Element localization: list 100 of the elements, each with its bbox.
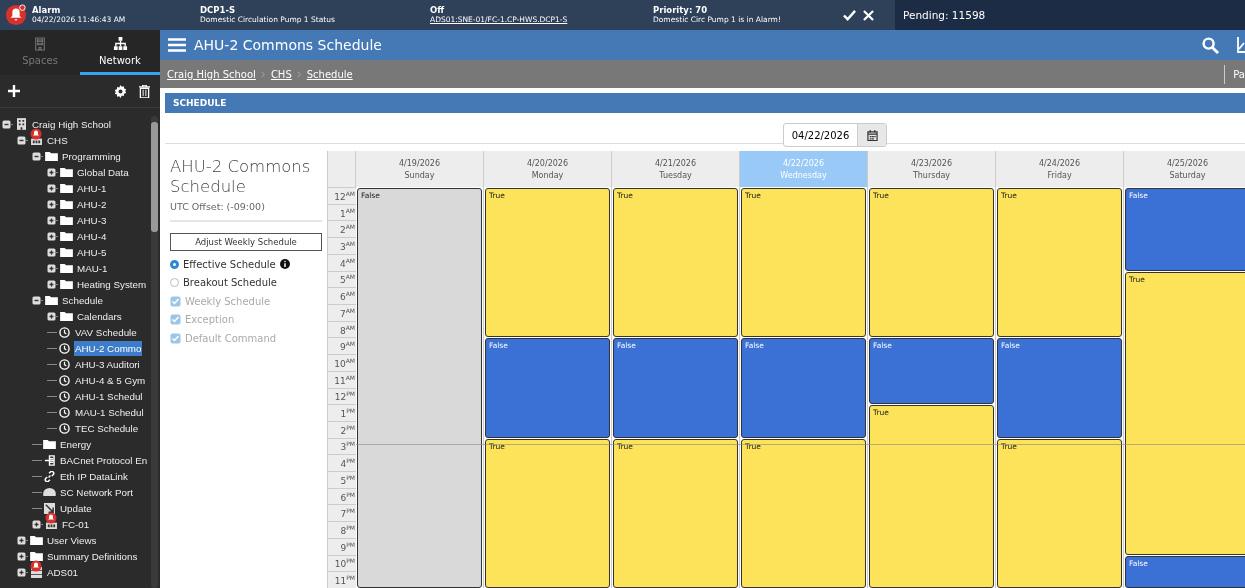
tree-item[interactable]: CHS xyxy=(46,132,69,148)
collapse-icon[interactable] xyxy=(32,151,43,161)
network-port-icon xyxy=(43,488,56,496)
hour-label: 11$^{PM}$ xyxy=(334,574,355,587)
expand-icon[interactable] xyxy=(17,551,28,561)
expand-icon[interactable] xyxy=(47,263,58,273)
calendar-icon[interactable] xyxy=(866,129,878,141)
expand-icon[interactable] xyxy=(47,279,58,289)
tree-item[interactable]: AHU-2 xyxy=(76,196,108,212)
expand-icon[interactable] xyxy=(47,183,58,193)
tree-item[interactable]: Heating System xyxy=(76,276,148,292)
hour-label: 12$^{AM}$ xyxy=(334,189,355,202)
tree-item[interactable]: Programming xyxy=(61,148,122,164)
hour-label: 8$^{AM}$ xyxy=(340,323,355,336)
hour-label: 8$^{PM}$ xyxy=(340,524,355,536)
expand-icon[interactable] xyxy=(47,231,58,241)
collapse-icon[interactable] xyxy=(32,295,43,305)
clock-icon xyxy=(59,358,70,370)
check-icon[interactable] xyxy=(843,8,856,22)
expand-icon[interactable] xyxy=(32,519,43,529)
folder-icon xyxy=(43,439,56,449)
building-icon[interactable] xyxy=(34,36,46,51)
tree-item[interactable]: Update xyxy=(59,500,93,516)
settings-icon[interactable] xyxy=(114,84,127,98)
folder-icon xyxy=(60,247,73,257)
hour-label: 2$^{PM}$ xyxy=(340,423,355,436)
tree-item[interactable]: AHU-1 xyxy=(76,180,108,196)
hour-label: 6$^{PM}$ xyxy=(340,490,355,503)
expand-icon[interactable] xyxy=(47,215,58,225)
hour-label: 1$^{PM}$ xyxy=(340,407,355,420)
building-icon xyxy=(17,118,26,130)
expand-icon[interactable] xyxy=(47,247,58,257)
breadcrumb-separator-icon xyxy=(260,70,266,78)
radio-label[interactable]: Breakout Schedule xyxy=(183,277,277,289)
hour-label: 10$^{PM}$ xyxy=(334,557,355,570)
link-icon xyxy=(44,470,55,482)
tree-item[interactable]: AHU-4 xyxy=(76,228,108,244)
tree-item[interactable]: Eth IP DataLink xyxy=(59,468,129,484)
tree-item[interactable]: AHU-1 Schedul xyxy=(74,388,144,404)
adjust-schedule-button[interactable]: Adjust Weekly Schedule xyxy=(170,233,322,251)
breadcrumb-separator-icon xyxy=(296,70,302,78)
collapse-icon[interactable] xyxy=(2,119,13,129)
pending-count[interactable]: Pending: 11598 xyxy=(903,9,986,21)
hour-label: 7$^{AM}$ xyxy=(340,306,355,319)
point-name: DCP1-S xyxy=(200,5,237,15)
radio-label[interactable]: Effective Schedule xyxy=(183,258,276,270)
expand-icon[interactable] xyxy=(47,311,58,321)
tree-item[interactable]: Calendars xyxy=(76,308,123,324)
tree-item[interactable]: TEC Schedule xyxy=(74,420,140,436)
expand-icon[interactable] xyxy=(47,199,58,209)
trash-icon[interactable] xyxy=(139,84,150,98)
expand-icon[interactable] xyxy=(47,167,58,177)
clock-icon xyxy=(59,342,70,354)
hour-label: 10$^{AM}$ xyxy=(334,356,355,369)
tree-item[interactable]: Schedule xyxy=(61,292,104,308)
network-icon[interactable] xyxy=(112,36,128,51)
add-icon[interactable] xyxy=(8,85,20,97)
tree-item[interactable]: MAU-1 Schedul xyxy=(74,404,145,420)
radio-button[interactable] xyxy=(170,259,179,269)
breadcrumb-link[interactable]: Craig High School xyxy=(167,68,256,80)
search-icon[interactable] xyxy=(1202,36,1219,54)
tree-item[interactable]: AHU-3 Auditori xyxy=(74,356,141,372)
tree-item[interactable]: VAV Schedule xyxy=(74,324,138,340)
tree-item[interactable]: User Views xyxy=(46,532,98,548)
tree-item[interactable]: Energy xyxy=(59,436,93,452)
hour-label: 9$^{PM}$ xyxy=(340,540,355,553)
close-icon[interactable] xyxy=(863,9,874,21)
tree-item[interactable]: Craig High School xyxy=(31,116,112,132)
clock-icon xyxy=(59,374,70,386)
hour-label: 4$^{PM}$ xyxy=(340,457,355,470)
hour-label: 1$^{AM}$ xyxy=(340,206,355,219)
alarm-priority: Priority: 70 xyxy=(653,5,709,15)
expand-icon[interactable] xyxy=(17,567,28,577)
alarm-bell-icon[interactable] xyxy=(5,4,27,26)
tree-item[interactable]: BACnet Protocol En xyxy=(59,452,149,468)
date-field[interactable]: 04/22/2026 xyxy=(782,123,888,147)
tree-item[interactable]: AHU-5 xyxy=(76,244,108,260)
tree-item[interactable]: Summary Definitions xyxy=(46,548,139,564)
menu-icon[interactable] xyxy=(168,38,186,52)
tree-item[interactable]: MAU-1 xyxy=(76,260,109,276)
folder-icon xyxy=(60,279,73,289)
hour-label: 5$^{PM}$ xyxy=(340,473,355,486)
tree-item[interactable]: AHU-2 Commo xyxy=(74,340,143,356)
tree-item[interactable]: Global Data xyxy=(76,164,130,180)
tree-item[interactable]: ADS01 xyxy=(46,564,80,580)
toolbar-label[interactable]: Pa xyxy=(1224,64,1245,84)
info-icon[interactable] xyxy=(279,259,290,270)
scrollbar[interactable] xyxy=(151,116,158,588)
folder-icon xyxy=(60,231,73,241)
expand-icon[interactable] xyxy=(17,535,28,545)
folder-icon xyxy=(45,151,58,161)
tree-item[interactable]: AHU-4 & 5 Gym xyxy=(74,372,147,388)
chart-icon[interactable] xyxy=(1237,37,1245,53)
collapse-icon[interactable] xyxy=(17,135,28,145)
clock-icon xyxy=(59,422,70,434)
breadcrumb-link[interactable]: CHS xyxy=(270,68,292,80)
breadcrumb-link[interactable]: Schedule xyxy=(306,68,353,80)
tree-item[interactable]: FC-01 xyxy=(61,516,91,532)
tree-item[interactable]: AHU-3 xyxy=(76,212,108,228)
tree-item[interactable]: SC Network Port xyxy=(59,484,134,500)
